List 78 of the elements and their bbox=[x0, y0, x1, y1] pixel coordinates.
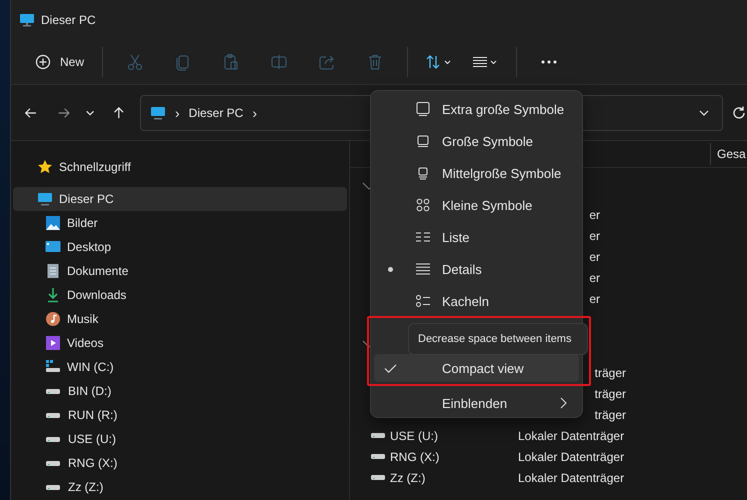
sidebar-item[interactable]: RUN (R:) bbox=[13, 403, 347, 427]
table-cell-text: er bbox=[588, 270, 600, 284]
compact-view-menu-item[interactable]: Compact view bbox=[374, 354, 579, 382]
column-header[interactable]: Gesa bbox=[717, 147, 747, 161]
breadcrumb-separator[interactable]: › bbox=[174, 104, 180, 120]
menu-item[interactable]: Kacheln bbox=[374, 285, 579, 317]
up-icon[interactable] bbox=[112, 104, 126, 120]
computer-icon bbox=[150, 104, 166, 120]
window-title: Dieser PC bbox=[41, 13, 96, 27]
breadcrumb[interactable]: Dieser PC bbox=[188, 106, 244, 120]
scissors-icon bbox=[126, 53, 144, 71]
show-submenu-item[interactable]: Einblenden bbox=[374, 389, 579, 417]
submenu-chevron-icon bbox=[559, 397, 567, 409]
drive-icon bbox=[46, 388, 60, 394]
file-name[interactable]: Zz (Z:) bbox=[390, 470, 426, 484]
music-icon bbox=[45, 311, 61, 327]
star-icon bbox=[37, 159, 53, 175]
computer-icon bbox=[19, 12, 35, 28]
sidebar-item[interactable]: WIN (C:) bbox=[13, 355, 347, 379]
refresh-icon[interactable] bbox=[730, 104, 747, 120]
clipboard-icon bbox=[222, 53, 240, 71]
table-cell-text: er bbox=[588, 228, 600, 242]
table-cell-text: Lokaler Datenträger bbox=[518, 450, 626, 464]
tiles-icon bbox=[415, 293, 431, 309]
drive-icon bbox=[371, 475, 385, 480]
sort-icon bbox=[426, 54, 452, 70]
sidebar-item[interactable]: Dieser PC bbox=[13, 187, 347, 211]
file-name[interactable]: USE (U:) bbox=[390, 428, 438, 442]
table-cell-text: träger bbox=[594, 408, 626, 422]
drive-icon bbox=[45, 359, 61, 375]
share-icon bbox=[318, 53, 336, 71]
sidebar-item[interactable]: Videos bbox=[13, 331, 347, 355]
drive-icon bbox=[46, 460, 60, 466]
drive-icon bbox=[46, 484, 60, 490]
table-cell-text: Lokaler Datenträger bbox=[518, 428, 626, 442]
computer-icon bbox=[37, 191, 53, 207]
sidebar-item[interactable]: Desktop bbox=[13, 235, 347, 259]
new-button[interactable]: New bbox=[25, 46, 94, 78]
rename-icon bbox=[270, 53, 288, 71]
download-icon bbox=[45, 287, 61, 303]
menu-item[interactable]: Details bbox=[374, 253, 579, 285]
sidebar-item[interactable]: Schnellzugriff bbox=[13, 155, 347, 179]
grid-icon bbox=[415, 197, 431, 213]
details-icon bbox=[415, 261, 431, 277]
menu-item[interactable]: Liste bbox=[374, 221, 579, 253]
sidebar-item[interactable]: RNG (X:) bbox=[13, 451, 347, 475]
table-cell-text: Lokaler Datenträger bbox=[518, 470, 626, 484]
lines-icon bbox=[472, 54, 498, 70]
file-name[interactable]: RNG (X:) bbox=[390, 450, 440, 464]
breadcrumb-separator[interactable]: › bbox=[252, 104, 258, 120]
picture-icon bbox=[45, 215, 61, 231]
menu-item[interactable]: Große Symbole bbox=[374, 125, 579, 157]
sidebar-item[interactable]: Musik bbox=[13, 307, 347, 331]
sidebar-item[interactable]: Downloads bbox=[13, 283, 347, 307]
video-icon bbox=[45, 335, 61, 351]
drive-icon bbox=[371, 433, 385, 438]
table-cell-text: er bbox=[588, 292, 600, 306]
table-cell-text: träger bbox=[594, 386, 626, 400]
sidebar-item[interactable]: Zz (Z:) bbox=[13, 475, 347, 499]
drive-icon bbox=[46, 436, 60, 442]
sidebar-item[interactable]: USE (U:) bbox=[13, 427, 347, 451]
table-cell-text: er bbox=[588, 208, 600, 222]
desktop-icon bbox=[45, 239, 61, 255]
menu-item[interactable]: Mittelgroße Symbole bbox=[374, 157, 579, 189]
plus-icon bbox=[35, 54, 51, 70]
drive-icon bbox=[46, 412, 60, 418]
more-icon bbox=[540, 59, 558, 65]
document-icon bbox=[45, 263, 61, 279]
monitor-icon bbox=[415, 133, 431, 149]
menu-item[interactable]: Extra große Symbole bbox=[374, 93, 579, 125]
sidebar-item[interactable]: Bilder bbox=[13, 211, 347, 235]
drive-icon bbox=[371, 454, 385, 459]
menu-item[interactable]: Kleine Symbole bbox=[374, 189, 579, 221]
monitor-icon bbox=[415, 101, 431, 117]
tooltip: Decrease space between items bbox=[408, 323, 588, 355]
table-cell-text: er bbox=[588, 250, 600, 264]
sidebar-item[interactable]: BIN (D:) bbox=[13, 379, 347, 403]
sidebar-item[interactable]: Dokumente bbox=[13, 259, 347, 283]
